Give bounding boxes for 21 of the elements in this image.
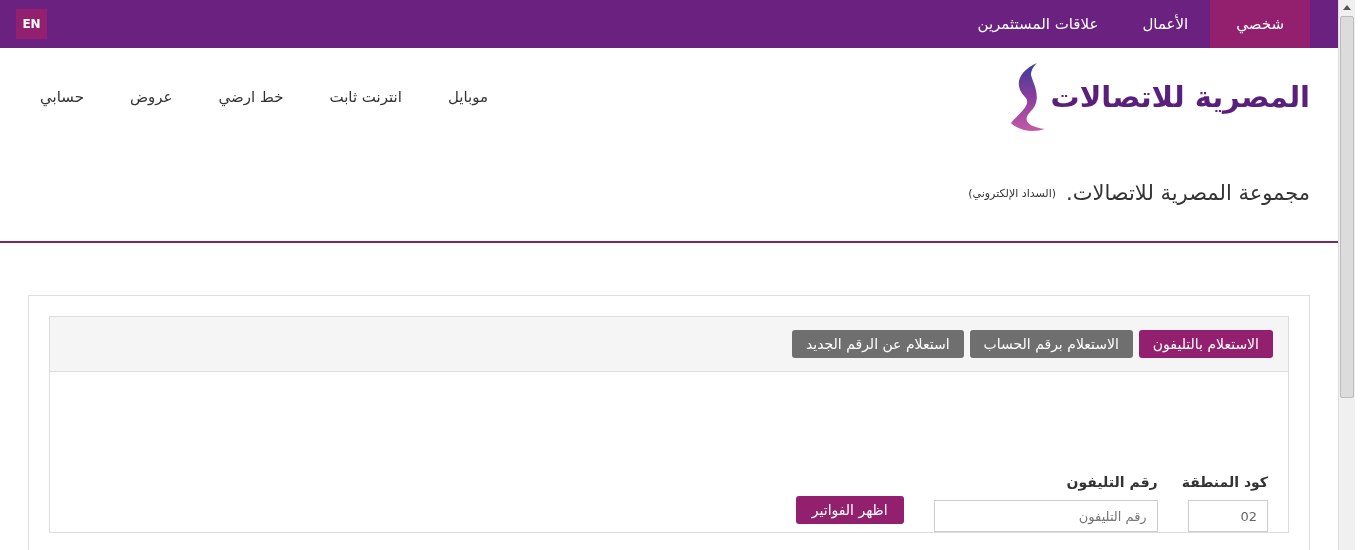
nav-link[interactable]: خط ارضي [218, 87, 284, 106]
inquiry-tab[interactable]: الاستعلام برقم الحساب [969, 330, 1133, 358]
area-code-field[interactable]: 02 [1188, 500, 1268, 532]
top-nav-tab[interactable]: الأعمال [1120, 0, 1211, 48]
logo-text: المصرية للاتصالات [1050, 79, 1310, 114]
nav-link[interactable]: عروض [129, 87, 173, 106]
field-label: كود المنطقة [1181, 474, 1268, 490]
inquiry-tab[interactable]: الاستعلام بالتليفون [1138, 330, 1273, 358]
top-nav-tab[interactable]: علاقات المستثمرين [955, 0, 1121, 48]
inquiry-tab[interactable]: استعلام عن الرقم الجديد [791, 330, 964, 358]
nav-link[interactable]: حسابي [40, 87, 84, 106]
nav-link[interactable]: انترنت ثابت [329, 87, 402, 106]
show-bills-button[interactable]: اظهر الفواتير [795, 496, 904, 524]
nav-link[interactable]: موبايل [447, 87, 488, 106]
language-button[interactable]: EN [16, 9, 47, 39]
page-subtitle: (السداد الإلكتروني) [968, 186, 1056, 200]
phone-number-field[interactable]: رقم التليفون [933, 500, 1158, 532]
scrollbar[interactable] [1338, 0, 1355, 550]
page-title: مجموعة المصرية للاتصالات. [1066, 181, 1310, 205]
field-label: رقم التليفون [1065, 474, 1158, 490]
top-nav-tab[interactable]: شخصي [1210, 0, 1310, 48]
